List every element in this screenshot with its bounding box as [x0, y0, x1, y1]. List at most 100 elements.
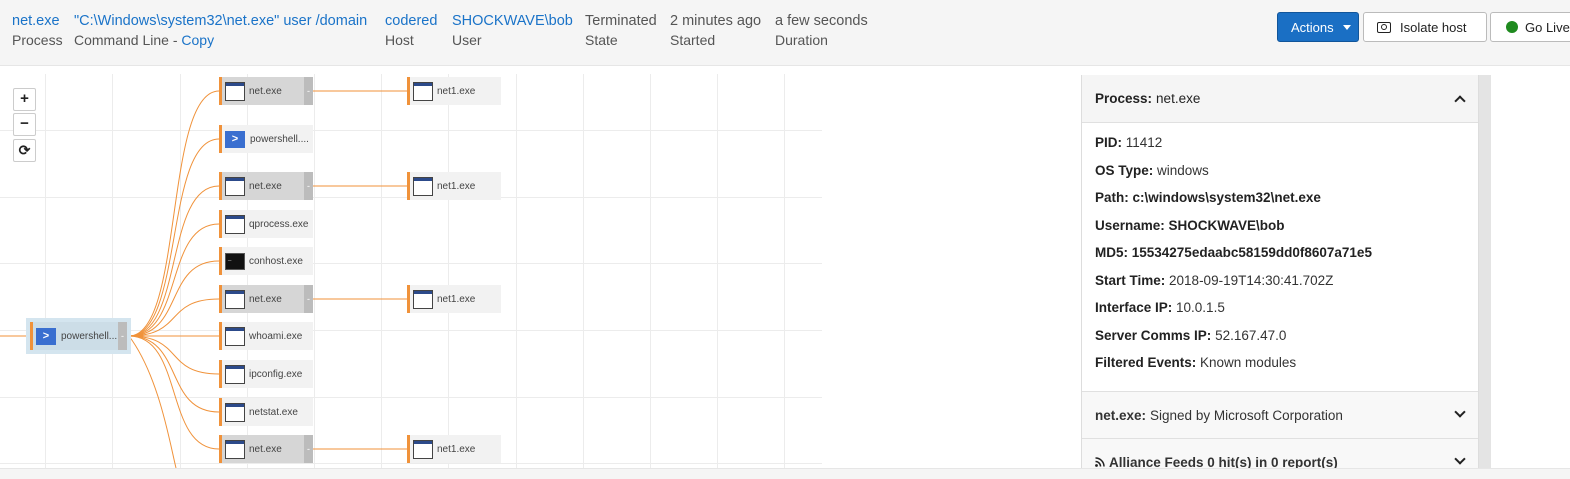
collapse-toggle[interactable]: - [118, 322, 127, 350]
detail-value: 2018-09-19T14:30:41.702Z [1169, 272, 1334, 288]
detail-value: 52.167.47.0 [1215, 327, 1287, 343]
zoom-out-button[interactable]: − [13, 113, 36, 136]
window-icon [225, 289, 245, 309]
process-node[interactable]: ipconfig.exe [219, 360, 313, 388]
alliance-section-header[interactable]: Alliance Feeds 0 hit(s) in 0 report(s) [1082, 439, 1478, 468]
command-line-meta: "C:\Windows\system32\net.exe" user /doma… [74, 13, 367, 49]
signature-section-header[interactable]: net.exe: Signed by Microsoft Corporation [1082, 392, 1478, 439]
zoom-in-button[interactable]: + [13, 88, 36, 111]
process-section-header[interactable]: Process: net.exe [1082, 75, 1478, 123]
collapse-toggle[interactable]: - [304, 435, 313, 463]
detail-value: Known modules [1200, 355, 1297, 370]
signature-value: Signed by Microsoft Corporation [1150, 407, 1343, 423]
copy-link[interactable]: Copy [181, 32, 214, 48]
detail-row: Start Time: 2018-09-19T14:30:41.702Z [1095, 273, 1465, 289]
tree-edge [128, 335, 220, 450]
powershell-icon: > [36, 327, 56, 345]
detail-row: Server Comms IP: 52.167.47.0 [1095, 328, 1465, 344]
process-node-label: net1.exe [437, 85, 476, 97]
process-details: PID: 11412 OS Type: windows Path: c:\windo… [1082, 123, 1478, 392]
user-label: User [452, 32, 482, 48]
detail-label: Path: [1095, 190, 1133, 205]
golive-label: Go Live [1525, 19, 1570, 35]
process-node[interactable]: netstat.exe [219, 398, 313, 426]
detail-row: Interface IP: 10.0.1.5 [1095, 300, 1465, 316]
started-value: 2 minutes ago [670, 13, 762, 29]
host-meta: codered Host [385, 13, 437, 49]
process-node[interactable]: net.exe - [219, 285, 313, 313]
caret-down-icon [1342, 24, 1351, 30]
tree-edge [128, 223, 220, 337]
tree-edge [128, 335, 177, 468]
window-icon [225, 176, 245, 196]
panel-scrollbar[interactable] [1479, 75, 1491, 468]
tree-edges [0, 90, 407, 468]
process-tree-graph[interactable]: + − ⟳ > powershell.... - net.exe - net1.exe > p… [0, 74, 822, 468]
detail-value: 10.0.1.5 [1176, 300, 1225, 315]
window-icon [225, 439, 245, 459]
command-line-link[interactable]: "C:\Windows\system32\net.exe" user /doma… [74, 13, 367, 30]
detail-value: c:\windows\system32\net.exe [1132, 190, 1321, 205]
process-meta: net.exe Process [12, 13, 63, 49]
detail-row: MD5: 15534275edaabc58159dd0f8607a71e5 [1095, 245, 1465, 261]
process-node-label: netstat.exe [249, 406, 298, 418]
bottom-bar [0, 468, 1570, 479]
actions-button[interactable]: Actions [1277, 12, 1359, 42]
user-link[interactable]: SHOCKWAVE\bob [452, 13, 573, 30]
camera-icon [1377, 21, 1391, 33]
detail-value: SHOCKWAVE\bob [1168, 217, 1285, 233]
process-node-label: powershell.... [250, 133, 309, 145]
signature-label: net.exe: [1095, 407, 1147, 423]
isolate-label: Isolate host [1400, 19, 1467, 35]
detail-label: Username: [1095, 217, 1169, 233]
tree-edge [128, 335, 220, 413]
process-node[interactable]: net1.exe [407, 285, 501, 313]
process-title-label: Process: [1095, 91, 1153, 106]
duration-label: Duration [775, 32, 828, 48]
command-line-label-row: Command Line - Copy [74, 31, 367, 49]
detail-row: PID: 11412 [1095, 135, 1465, 151]
chevron-down-icon[interactable] [1454, 453, 1466, 465]
window-icon [225, 81, 245, 101]
process-label: Process [12, 32, 63, 48]
process-node-label: net.exe [249, 180, 282, 192]
process-node[interactable]: net1.exe [407, 77, 501, 105]
window-icon [413, 81, 433, 101]
go-live-button[interactable]: Go Live [1490, 12, 1570, 42]
process-node[interactable]: net.exe - [219, 435, 313, 463]
process-node[interactable]: whoami.exe [219, 322, 313, 350]
chevron-down-icon[interactable] [1454, 406, 1466, 418]
detail-label: Interface IP: [1095, 300, 1177, 315]
host-link[interactable]: codered [385, 13, 437, 30]
window-icon [225, 214, 245, 234]
process-node[interactable]: net1.exe [407, 435, 501, 463]
isolate-host-button[interactable]: Isolate host [1363, 12, 1487, 42]
collapse-toggle[interactable]: - [304, 285, 313, 313]
tree-edge [128, 138, 220, 337]
process-node-label: conhost.exe [249, 255, 303, 267]
process-node-label: qprocess.exe [249, 218, 309, 230]
window-icon [413, 439, 433, 459]
process-node[interactable]: _ conhost.exe [219, 247, 313, 275]
process-node-label: net1.exe [437, 443, 476, 455]
process-name-link[interactable]: net.exe [12, 13, 63, 30]
process-node[interactable]: net.exe - [219, 172, 313, 200]
process-node[interactable]: net.exe - [219, 77, 313, 105]
process-node[interactable]: qprocess.exe [219, 210, 313, 238]
process-node[interactable]: net1.exe [407, 172, 501, 200]
process-node[interactable]: > powershell.... [219, 125, 313, 153]
collapse-toggle[interactable]: - [304, 172, 313, 200]
reset-view-button[interactable]: ⟳ [13, 139, 36, 162]
root-process-node[interactable]: > powershell.... - [26, 318, 131, 354]
user-meta: SHOCKWAVE\bob User [452, 13, 573, 49]
detail-label: OS Type: [1095, 162, 1158, 178]
process-node-label: net.exe [249, 443, 282, 455]
detail-label: MD5: [1095, 245, 1132, 260]
chevron-up-icon[interactable] [1454, 95, 1466, 107]
detail-row: Username: SHOCKWAVE\bob [1095, 218, 1465, 234]
detail-label: Start Time: [1095, 272, 1170, 288]
process-header: net.exe Process "C:\Windows\system32\net… [0, 0, 1570, 66]
detail-value: windows [1157, 162, 1209, 178]
collapse-toggle[interactable]: - [304, 77, 313, 105]
detail-label: Filtered Events: [1095, 355, 1201, 370]
